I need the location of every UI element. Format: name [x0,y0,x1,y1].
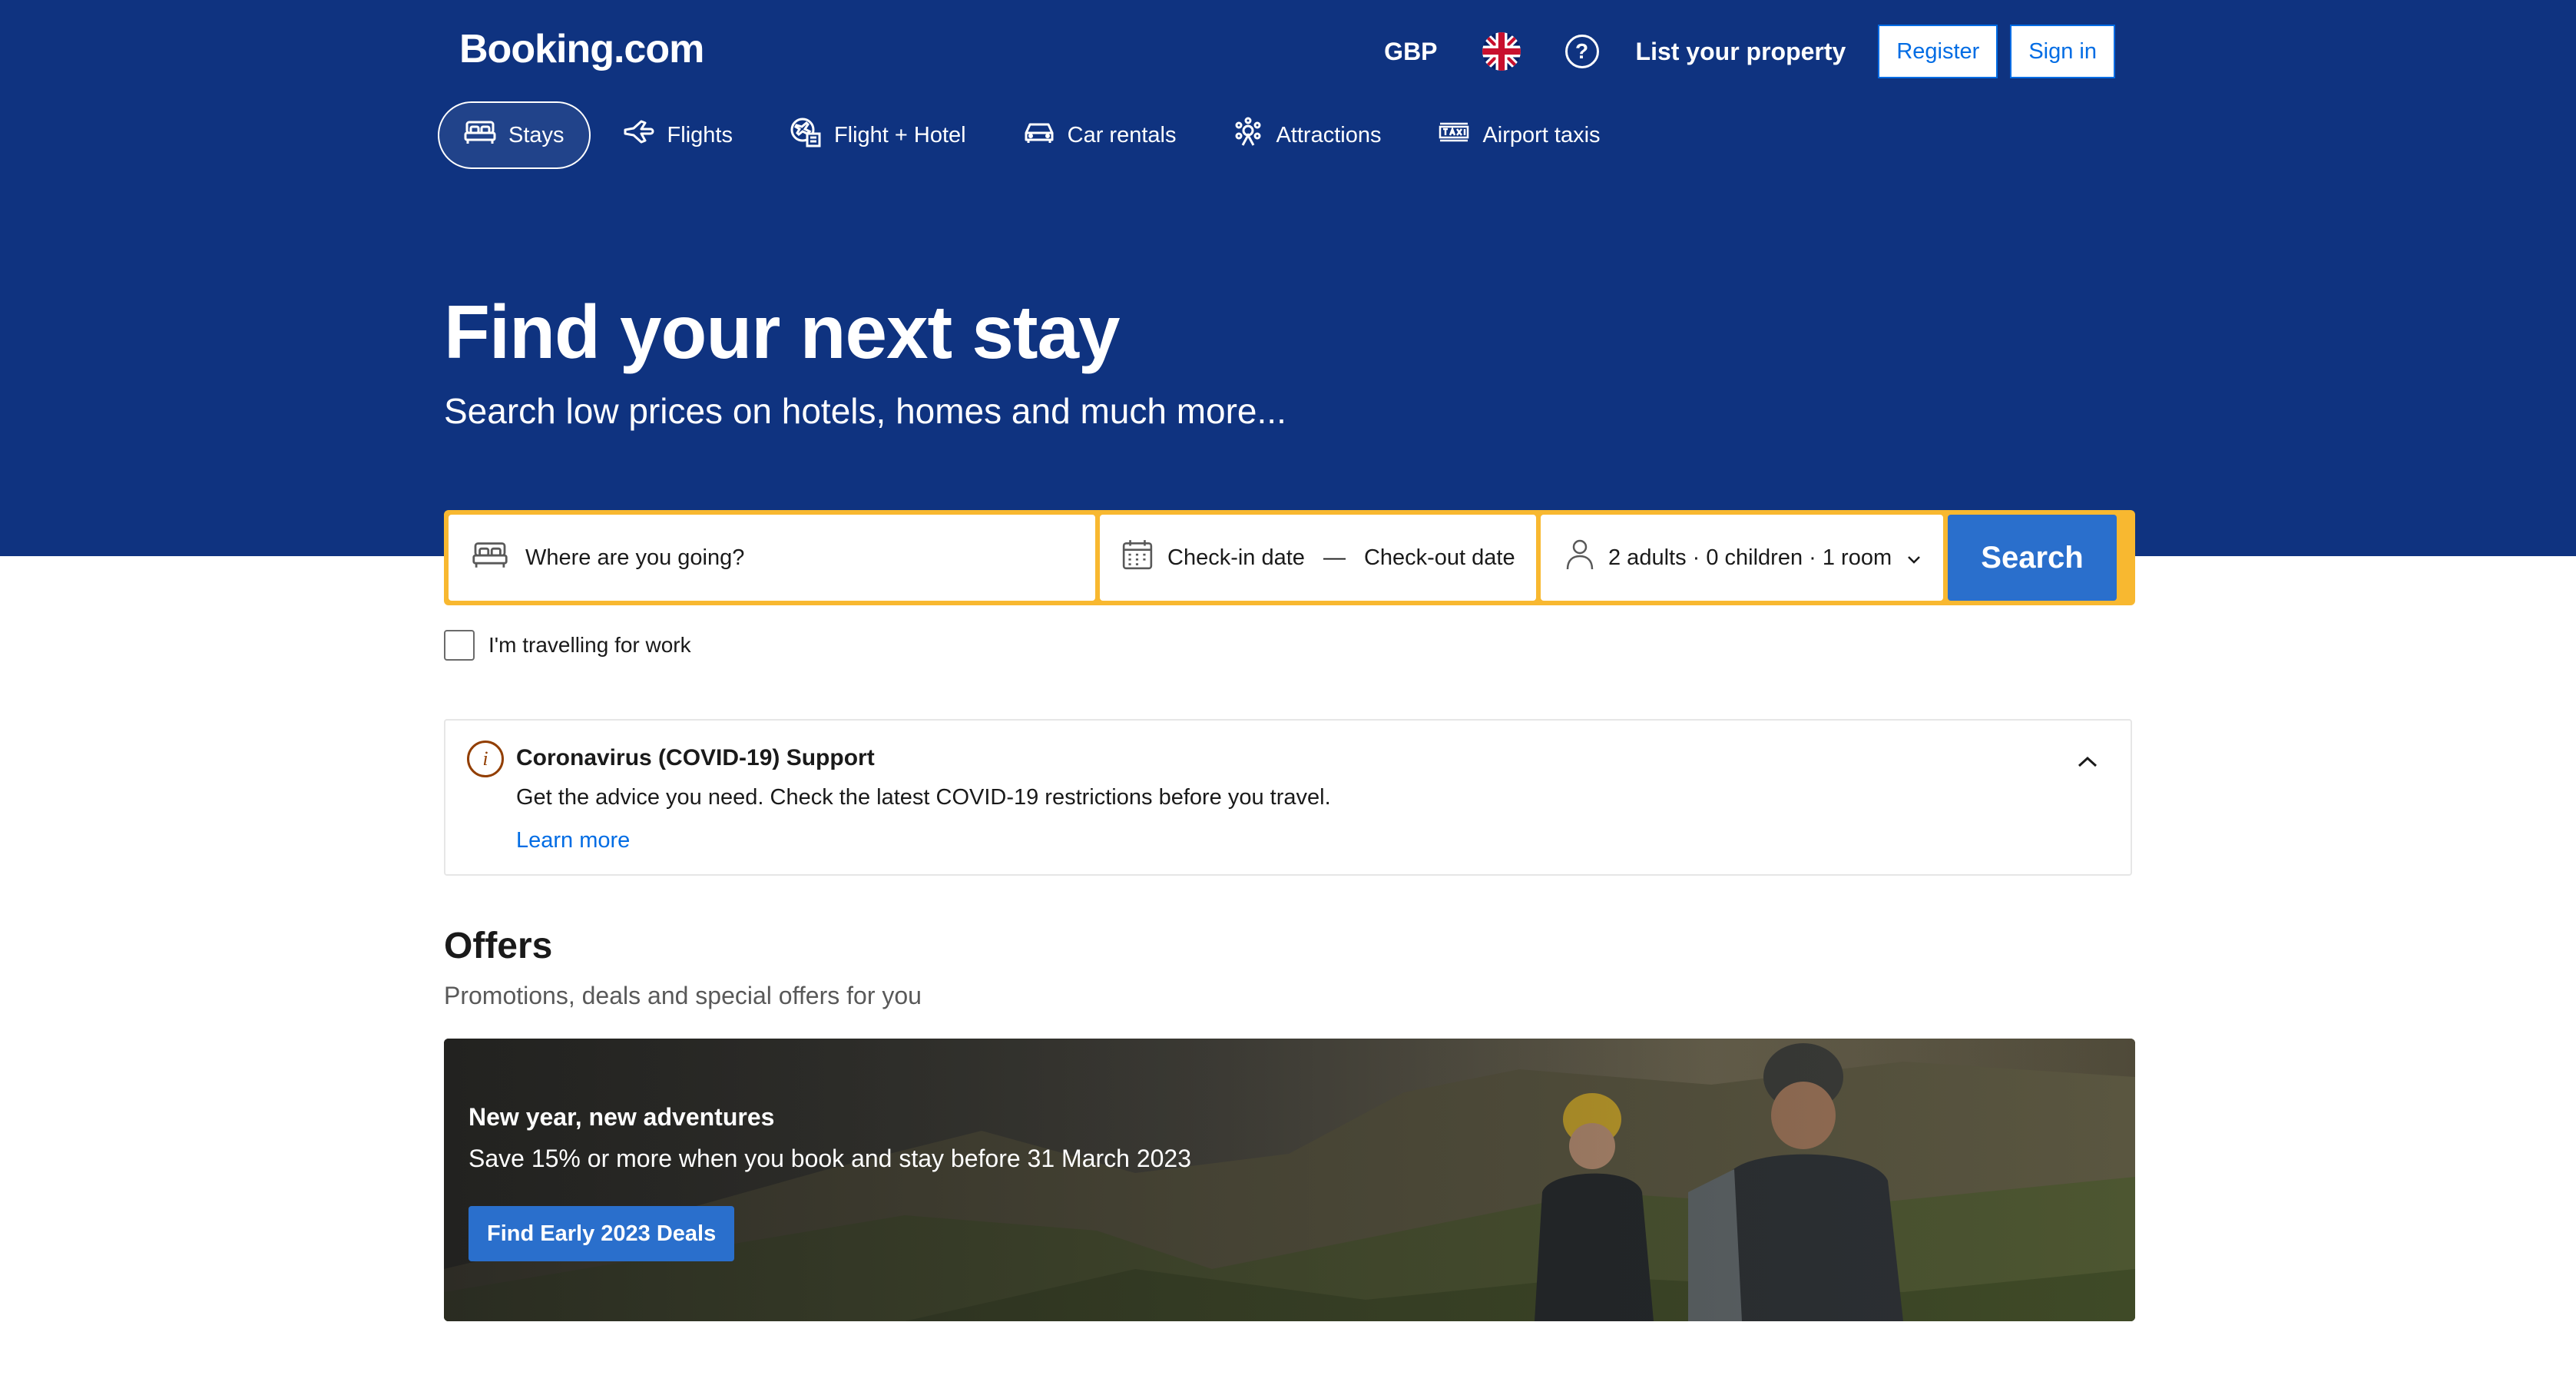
tab-label: Stays [508,122,565,147]
logo[interactable]: Booking.com [459,26,704,72]
search-bar: Where are you going? Check-in date — Che… [444,510,2135,605]
hero-background [0,0,2576,556]
sign-in-button[interactable]: Sign in [2010,25,2115,78]
bed-icon [464,119,496,151]
product-nav: Stays Flights Flight + Hotel Car rentals… [438,101,1633,169]
tab-label: Car rentals [1067,122,1177,147]
destination-input[interactable]: Where are you going? [449,515,1095,601]
uk-flag-icon[interactable] [1482,32,1521,71]
flight-hotel-icon [790,117,822,154]
hikers-photo [444,1039,2135,1321]
hero-title: Find your next stay [444,290,1121,374]
offers-heading: Offers [444,926,553,966]
covid-text: Get the advice you need. Check the lates… [516,785,1331,810]
tab-flights[interactable]: Flights [598,101,757,169]
help-icon[interactable]: ? [1564,35,1599,68]
work-travel-label: I'm travelling for work [488,633,691,657]
attractions-icon [1233,117,1263,154]
tab-car-rentals[interactable]: Car rentals [998,101,1201,169]
offer-card[interactable]: New year, new adventures Save 15% or mor… [444,1039,2135,1321]
chevron-up-icon[interactable] [2072,747,2103,777]
checkin-label: Check-in date [1167,545,1305,570]
offer-title: New year, new adventures [469,1103,775,1131]
register-button[interactable]: Register [1878,25,1998,78]
tab-stays[interactable]: Stays [438,101,591,169]
destination-placeholder: Where are you going? [525,545,745,570]
find-deals-button[interactable]: Find Early 2023 Deals [469,1206,735,1261]
tab-flight-hotel[interactable]: Flight + Hotel [765,101,991,169]
offer-text: Save 15% or more when you book and stay … [469,1145,1192,1172]
chevron-down-icon [1906,545,1922,571]
calendar-icon [1121,538,1154,577]
currency-selector[interactable]: GBP [1384,38,1437,66]
tab-attractions[interactable]: Attractions [1208,101,1406,169]
offers-subheading: Promotions, deals and special offers for… [444,982,922,1009]
booking-homepage: Booking.com GBP ? List your property Reg… [0,0,2576,1395]
header-actions: GBP ? List your property Register Sign i… [1384,25,2115,78]
guests-label: 2 adults · 0 children · 1 room [1608,545,1892,570]
list-property-link[interactable]: List your property [1636,38,1846,66]
date-picker[interactable]: Check-in date — Check-out date [1100,515,1536,601]
taxi-icon [1438,121,1470,150]
tab-label: Airport taxis [1482,122,1601,147]
plane-icon [623,119,655,151]
checkout-label: Check-out date [1363,545,1515,570]
info-icon: i [467,741,504,777]
learn-more-link[interactable]: Learn more [516,828,630,853]
person-icon [1565,538,1594,577]
guests-selector[interactable]: 2 adults · 0 children · 1 room [1541,515,1943,601]
date-separator: — [1323,545,1346,570]
tab-label: Flight + Hotel [833,122,966,147]
tab-label: Attractions [1276,122,1382,147]
work-travel-checkbox[interactable] [444,630,475,661]
hero-subtitle: Search low prices on hotels, homes and m… [444,391,1286,431]
bed-icon [472,540,508,575]
car-icon [1023,121,1055,150]
tab-airport-taxis[interactable]: Airport taxis [1413,101,1624,169]
work-travel-option[interactable]: I'm travelling for work [444,630,691,661]
covid-title: Coronavirus (COVID-19) Support [516,745,875,770]
tab-label: Flights [667,122,733,147]
covid-banner: i Coronavirus (COVID-19) Support Get the… [444,719,2132,876]
search-button[interactable]: Search [1948,515,2117,601]
